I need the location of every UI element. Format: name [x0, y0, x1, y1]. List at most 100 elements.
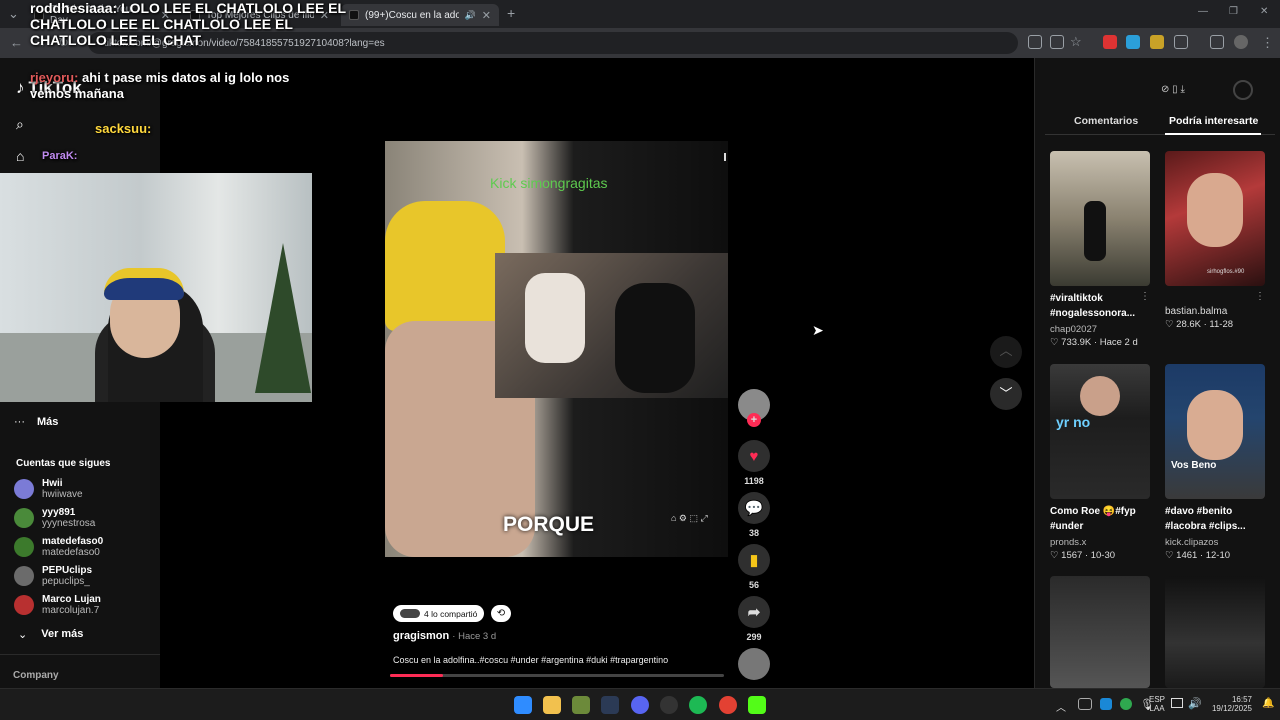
tray-app-icon[interactable] — [1078, 698, 1092, 710]
following-account[interactable]: Hwii hwiiwave — [14, 478, 83, 500]
video-progress-bar[interactable] — [390, 674, 724, 677]
player-controls-icons[interactable]: ⊘ ▯ ⤓ — [1161, 84, 1185, 95]
tab-title: (99+)Coscu en la adolfina.. — [365, 9, 459, 21]
suggestion-thumbnail[interactable]: sirhogflos.#90 — [1165, 151, 1265, 286]
media-icon[interactable] — [1210, 35, 1224, 49]
inset-clip — [495, 253, 728, 398]
extensions-icon[interactable] — [1174, 35, 1188, 49]
windows-start-icon[interactable] — [514, 696, 532, 714]
heart-outline-icon: ♡ — [1050, 550, 1062, 561]
avatar — [14, 479, 34, 499]
tab-comments[interactable]: Comentarios — [1074, 115, 1138, 127]
more-dots-icon: ··· — [14, 416, 25, 428]
suggestion-menu-icon[interactable]: ⋮ — [1255, 291, 1265, 302]
shared-by-badge[interactable]: 4 lo compartió — [393, 605, 485, 622]
tab-interests[interactable]: Podría interesarte — [1169, 115, 1258, 127]
suggestion-thumbnail[interactable] — [1165, 576, 1265, 688]
suggestion-stats: ♡ 1567 · 10-30 — [1050, 550, 1116, 561]
window-close-icon[interactable]: ✕ — [1260, 6, 1268, 17]
video-caption: PORQUE — [503, 513, 595, 536]
menu-dots-icon[interactable]: ⋮ — [1261, 35, 1274, 51]
suggestion-author[interactable]: pronds.x — [1050, 537, 1160, 548]
speaker-icon[interactable]: 🔊 — [465, 10, 476, 21]
webcam-overlay — [0, 173, 312, 402]
thumb-text: Vos Beno — [1171, 460, 1217, 471]
suggestion-caption[interactable]: #viraltiktok #nogalessonora... — [1050, 291, 1150, 321]
repost-icon[interactable]: ⟲ — [491, 605, 511, 622]
profile-ring-icon[interactable] — [1233, 80, 1253, 100]
suggestion-caption[interactable]: #davo #benito #lacobra #clips... — [1165, 504, 1265, 534]
notification-icon[interactable]: 🔔 — [1262, 698, 1274, 709]
video-author[interactable]: gragismon · Hace 3 d — [393, 630, 496, 642]
tray-cloud-icon[interactable] — [1100, 698, 1112, 710]
previous-video-button[interactable]: ︿ — [990, 336, 1022, 368]
video-player[interactable]: Kick simongragitas PORQUE ⌂ ⚙ ⬚ ⤢ — [385, 141, 728, 557]
extension-blue-icon[interactable] — [1126, 35, 1140, 49]
company-link[interactable]: Company — [13, 670, 59, 681]
tab-coscu[interactable]: (99+)Coscu en la adolfina.. 🔊 ✕ — [341, 4, 499, 26]
following-account[interactable]: yyy891 yyynestrosa — [14, 507, 95, 529]
close-icon[interactable]: ✕ — [482, 9, 491, 22]
kick-icon[interactable] — [748, 696, 766, 714]
thumb-face — [1080, 376, 1120, 416]
video-controls-icons[interactable]: ⌂ ⚙ ⬚ ⤢ — [671, 513, 708, 524]
new-tab-button[interactable]: + — [507, 5, 515, 21]
home-icon[interactable]: ⌂ — [16, 148, 24, 164]
chat-message: sacksuu: — [95, 121, 152, 136]
extension-red-icon[interactable] — [1103, 35, 1117, 49]
chat-message: rjeyoru: ahi t pase mis datos al ig lolo… — [30, 70, 290, 101]
file-explorer-icon[interactable] — [543, 696, 561, 714]
chrome-icon[interactable] — [719, 696, 737, 714]
network-icon[interactable] — [1171, 698, 1183, 708]
tab-search-icon[interactable]: ⌄ — [8, 6, 19, 22]
suggestion-thumbnail[interactable]: yr no — [1050, 364, 1150, 499]
video-menu-icon[interactable] — [724, 153, 726, 161]
maximize-icon[interactable]: ❐ — [1229, 6, 1238, 17]
suggestion-author[interactable]: bastian.balma — [1165, 306, 1275, 317]
comment-button[interactable]: 💬 38 — [737, 492, 771, 538]
language-indicator[interactable]: ESP LAA — [1144, 695, 1170, 713]
progress-fill — [390, 674, 444, 677]
suggestion-thumbnail[interactable] — [1050, 151, 1150, 286]
extension-yellow-icon[interactable] — [1150, 35, 1164, 49]
heart-outline-icon: ♡ — [1165, 550, 1177, 561]
suggestion-author[interactable]: kick.clipazos — [1165, 537, 1275, 548]
suggestion-thumbnail[interactable] — [1050, 576, 1150, 688]
spotify-icon[interactable] — [689, 696, 707, 714]
christmas-tree — [255, 243, 311, 393]
install-icon[interactable] — [1028, 35, 1042, 49]
follow-plus-icon[interactable]: + — [747, 413, 761, 427]
like-button[interactable]: ♥ 1198 — [737, 440, 771, 486]
suggestion-caption[interactable]: Como Roe 😝#fyp #under — [1050, 504, 1150, 534]
following-account[interactable]: Marco Lujan marcolujan.7 — [14, 594, 101, 616]
bookmark-star-icon[interactable]: ☆ — [1070, 34, 1082, 50]
mouse-cursor-icon: ➤ — [812, 322, 824, 338]
translate-icon[interactable] — [1050, 35, 1064, 49]
following-account[interactable]: matedefaso0 matedefaso0 — [14, 536, 103, 558]
app-icon[interactable] — [572, 696, 590, 714]
back-icon[interactable]: ← — [10, 35, 23, 50]
suggestion-menu-icon[interactable]: ⋮ — [1140, 291, 1150, 302]
more-menu-item[interactable]: ··· Más — [14, 416, 58, 428]
heart-outline-icon: ♡ — [1165, 319, 1177, 330]
see-more-button[interactable]: ⌄ Ver más — [18, 628, 83, 641]
tray-green-icon[interactable] — [1120, 698, 1132, 710]
suggestion-author[interactable]: chap02027 — [1050, 324, 1160, 335]
clock[interactable]: 16:57 19/12/2025 — [1198, 695, 1252, 713]
search-icon[interactable]: ⌕ — [16, 116, 24, 133]
shared-avatars — [400, 609, 420, 618]
save-button[interactable]: ▮ 56 — [737, 544, 771, 590]
share-button[interactable]: ➦ 299 — [737, 596, 771, 642]
next-video-button[interactable]: ﹀ — [990, 378, 1022, 410]
minimize-icon[interactable]: — — [1198, 6, 1208, 17]
tray-chevron-icon[interactable]: ︿ — [1056, 699, 1066, 714]
following-account[interactable]: PEPUclips pepuclips_ — [14, 565, 92, 587]
chevron-down-icon: ⌄ — [18, 629, 28, 641]
steam-icon[interactable] — [601, 696, 619, 714]
author-avatar-button[interactable]: + — [737, 389, 771, 427]
profile-avatar[interactable] — [1234, 35, 1248, 49]
music-disc-button[interactable] — [737, 648, 771, 684]
discord-icon[interactable] — [631, 696, 649, 714]
suggestion-thumbnail[interactable]: Vos Beno — [1165, 364, 1265, 499]
obs-icon[interactable] — [660, 696, 678, 714]
